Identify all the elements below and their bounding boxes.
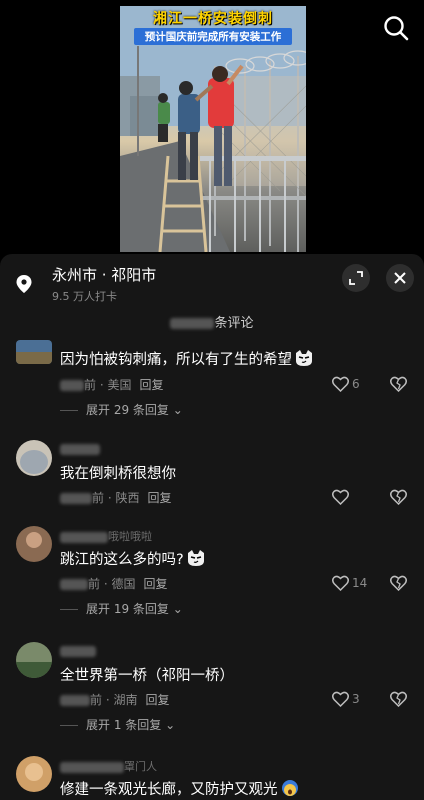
dislike-icon[interactable] (390, 489, 408, 507)
comment-item[interactable]: 因为怕被钩刺痛，所以有了生的希望 前 · 美国 回复 6 展开 29 条回复 ⌄ (0, 338, 424, 424)
comments-panel: 永州市 · 祁阳市 9.5 万人打卡 条评论 因为怕被钩刺痛，所以有了生的希望 … (0, 254, 424, 800)
video-title: 湘江一桥安装倒刺 (153, 11, 273, 27)
location-pin-icon (16, 275, 32, 293)
comment-meta: 前 · 湖南 回复 (60, 691, 169, 708)
smirk-cat-emoji (294, 349, 314, 367)
like-button[interactable] (332, 489, 372, 507)
avatar[interactable] (16, 756, 52, 792)
close-icon[interactable] (386, 264, 414, 292)
reply-button[interactable]: 回复 (147, 491, 171, 505)
expand-replies[interactable]: 展开 19 条回复 ⌄ (60, 600, 183, 617)
comment-meta: 前 · 德国 回复 (60, 575, 167, 592)
reply-button[interactable]: 回复 (143, 577, 167, 591)
dislike-icon[interactable] (390, 691, 408, 709)
avatar[interactable] (16, 526, 52, 562)
comment-meta: 前 · 美国 回复 (60, 376, 163, 393)
chevron-down-icon: ⌄ (161, 718, 176, 732)
comment-username: 哦啦哦啦 (60, 528, 152, 544)
like-count: 3 (352, 692, 360, 706)
comment-text: 修建一条观光长廊，又防护又观光 (60, 778, 300, 799)
scream-emoji (280, 779, 300, 797)
expand-replies[interactable]: 展开 29 条回复 ⌄ (60, 401, 183, 418)
comment-text: 全世界第一桥（祁阳一桥） (60, 668, 234, 684)
like-button[interactable]: 3 (332, 691, 372, 709)
reply-button[interactable]: 回复 (139, 378, 163, 392)
location-visits: 9.5 万人打卡 (52, 290, 117, 303)
comment-item[interactable]: 全世界第一桥（祁阳一桥） 前 · 湖南 回复 3 展开 1 条回复 ⌄ (0, 642, 424, 742)
comment-username: 罩门人 (60, 758, 157, 774)
dislike-icon[interactable] (390, 376, 408, 394)
comment-text: 跳江的这么多的吗? (60, 548, 206, 569)
heart-icon (332, 489, 349, 505)
comment-item[interactable]: 哦啦哦啦 跳江的这么多的吗? 前 · 德国 回复 14 展开 19 条回复 ⌄ (0, 526, 424, 626)
expand-replies[interactable]: 展开 1 条回复 ⌄ (60, 716, 175, 733)
heart-icon (332, 575, 349, 591)
heart-icon (332, 691, 349, 707)
like-button[interactable]: 14 (332, 575, 372, 593)
comment-text: 我在倒刺桥很想你 (60, 466, 176, 482)
dislike-icon[interactable] (390, 575, 408, 593)
comment-username (60, 442, 100, 455)
chevron-down-icon: ⌄ (168, 403, 183, 417)
search-icon[interactable] (382, 14, 410, 42)
video-player[interactable]: 湘江一桥安装倒刺 预计国庆前完成所有安装工作 (0, 0, 424, 254)
comment-username (60, 644, 96, 657)
blurred-count (170, 318, 215, 329)
comment-item[interactable]: 罩门人 修建一条观光长廊，又防护又观光 (0, 756, 424, 800)
like-count: 6 (352, 377, 360, 391)
like-count: 14 (352, 576, 368, 590)
video-subtitle: 预计国庆前完成所有安装工作 (134, 28, 292, 45)
location-bar[interactable]: 永州市 · 祁阳市 9.5 万人打卡 (0, 254, 424, 310)
video-frame[interactable]: 湘江一桥安装倒刺 预计国庆前完成所有安装工作 (120, 6, 306, 252)
avatar[interactable] (16, 440, 52, 476)
like-button[interactable]: 6 (332, 376, 372, 394)
avatar[interactable] (16, 642, 52, 678)
comment-count: 条评论 (0, 312, 424, 331)
avatar[interactable] (16, 340, 52, 364)
chevron-down-icon: ⌄ (168, 602, 183, 616)
smirk-cat-emoji (186, 549, 206, 567)
heart-icon (332, 376, 349, 392)
location-name: 永州市 · 祁阳市 (52, 266, 157, 284)
comment-item[interactable]: 我在倒刺桥很想你 前 · 陕西 回复 (0, 440, 424, 510)
reply-button[interactable]: 回复 (145, 693, 169, 707)
expand-icon[interactable] (342, 264, 370, 292)
comment-text: 因为怕被钩刺痛，所以有了生的希望 (60, 348, 314, 369)
comment-meta: 前 · 陕西 回复 (60, 489, 171, 506)
